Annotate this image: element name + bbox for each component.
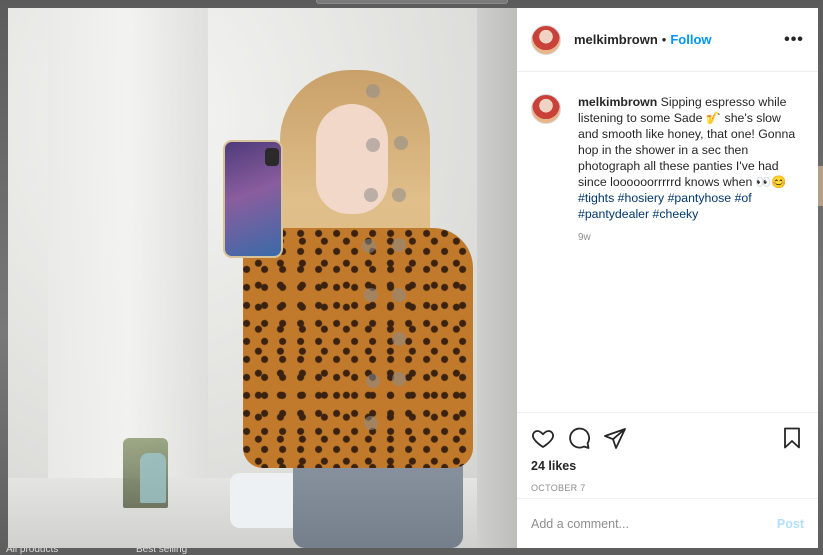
caption-body: Sipping espresso while listening to some…: [578, 95, 796, 189]
photo-dot: [392, 238, 406, 252]
comment-icon[interactable]: [567, 426, 591, 450]
photo-bottle-2: [140, 453, 166, 503]
photo-dot: [364, 416, 378, 430]
background-thumbnail: [818, 166, 823, 206]
photo-dot: [366, 138, 380, 152]
background-logo: ~: [4, 0, 48, 4]
photo-dot: [392, 288, 406, 302]
photo-dot: [392, 372, 406, 386]
comment-box: Post: [517, 498, 818, 548]
hashtag-link[interactable]: #tights: [578, 191, 614, 205]
bookmark-icon[interactable]: [780, 426, 804, 450]
header-separator: •: [661, 32, 667, 47]
hashtag-link[interactable]: #cheeky: [653, 207, 699, 221]
heart-icon[interactable]: [531, 426, 555, 450]
photo-dot: [364, 188, 378, 202]
comments-area: melkimbrown Sipping espresso while liste…: [517, 72, 818, 412]
share-icon[interactable]: [603, 426, 627, 450]
photo-shirt: [243, 228, 473, 468]
photo-phone-camera: [265, 148, 279, 166]
caption-text: melkimbrown Sipping espresso while liste…: [578, 94, 804, 222]
comment-input[interactable]: [531, 516, 777, 531]
photo-dot: [394, 136, 408, 150]
post-actions: 24 likes OCTOBER 7: [517, 412, 818, 498]
caption-avatar[interactable]: [531, 94, 561, 124]
post-modal: melkimbrown • Follow ••• melkimbrown Sip…: [8, 8, 818, 548]
avatar[interactable]: [531, 24, 561, 55]
photo-dot: [392, 188, 406, 202]
photo-mirror-edge: [477, 8, 517, 548]
post-date: OCTOBER 7: [531, 483, 586, 493]
photo-dot: [366, 374, 380, 388]
hashtag-link[interactable]: #pantyhose: [668, 191, 732, 205]
post-sidebar: melkimbrown • Follow ••• melkimbrown Sip…: [517, 8, 818, 548]
action-icons: [531, 423, 804, 453]
hashtag-link[interactable]: #hosiery: [618, 191, 664, 205]
background-search-bar: [316, 0, 508, 4]
photo-towel: [230, 473, 300, 528]
photo-dot: [366, 84, 380, 98]
header-username[interactable]: melkimbrown: [574, 32, 658, 47]
likes-count[interactable]: 24 likes: [531, 459, 804, 473]
caption-username[interactable]: melkimbrown: [578, 95, 657, 109]
photo-dot: [392, 332, 406, 346]
post-comment-button[interactable]: Post: [777, 517, 804, 531]
photo-dot: [364, 288, 378, 302]
hashtag-link[interactable]: #of: [735, 191, 752, 205]
more-horizontal-icon[interactable]: •••: [784, 31, 804, 47]
caption-row: melkimbrown Sipping espresso while liste…: [531, 94, 804, 222]
follow-button[interactable]: Follow: [670, 32, 711, 47]
photo-dot: [362, 239, 376, 253]
post-header: melkimbrown • Follow •••: [517, 8, 818, 72]
hashtag-link[interactable]: #pantydealer: [578, 207, 649, 221]
caption-timestamp[interactable]: 9w: [578, 232, 804, 243]
post-photo[interactable]: [8, 8, 517, 548]
